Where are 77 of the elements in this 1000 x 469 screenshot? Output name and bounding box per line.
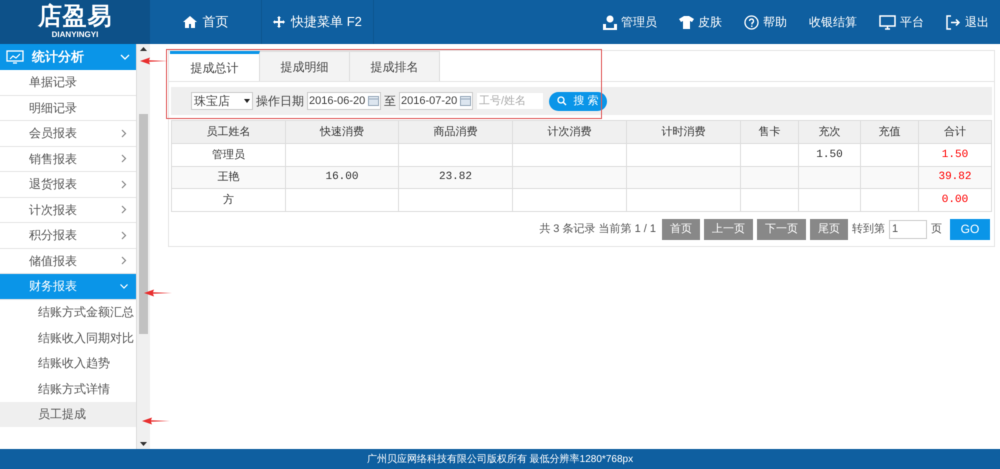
page-button[interactable]: 首页 [662, 218, 700, 240]
date-field[interactable]: 2016-06-20 [307, 92, 381, 110]
column-header: 快速消费 [286, 120, 398, 144]
table-cell: 方 [223, 194, 234, 206]
logo-subtitle: DIANYINGYI [52, 30, 98, 40]
chevron-icon [121, 230, 127, 240]
tab[interactable]: 提成排名 [350, 51, 440, 81]
dropdown-icon [244, 99, 250, 103]
name-input[interactable]: 工号/姓名 [476, 92, 544, 110]
sidebar-subitem[interactable]: 结账收入趋势 [0, 350, 136, 376]
chevron-icon [121, 154, 127, 164]
to-label: 至 [384, 93, 396, 110]
exit-icon [946, 14, 961, 30]
chevron-icon [121, 205, 127, 214]
sidebar-item[interactable]: 积分报表 [0, 223, 136, 248]
page-unit: 页 [931, 222, 942, 237]
sidebar-item[interactable]: 会员报表 [0, 121, 136, 146]
search-icon [557, 96, 568, 106]
column-header: 员工姓名 [172, 120, 286, 144]
table-cell: 0.00 [942, 194, 968, 206]
chart-icon [6, 50, 24, 64]
help-icon [744, 14, 759, 30]
header-action[interactable]: 管理员 [592, 0, 668, 44]
header-action[interactable]: 退出 [935, 0, 1000, 44]
chevron-icon [121, 128, 127, 138]
page-button[interactable]: 上一页 [704, 218, 753, 240]
header-action[interactable]: 平台 [868, 0, 935, 44]
page-button[interactable]: 尾页 [810, 218, 848, 240]
column-header: 计次消费 [512, 120, 626, 144]
date-label: 操作日期 [256, 93, 304, 110]
nav-link[interactable]: 首页 [150, 0, 262, 44]
table-cell: 1.50 [816, 148, 843, 160]
page-input[interactable]: 1 [889, 220, 927, 238]
sidebar-subitem[interactable]: 结账方式详情 [0, 376, 136, 402]
tab[interactable]: 提成明细 [260, 51, 350, 81]
table-cell: 管理员 [212, 148, 245, 160]
header-action[interactable]: 收银结算 [798, 0, 868, 44]
chevron-icon [120, 54, 130, 60]
header-action[interactable]: 帮助 [733, 0, 798, 44]
user-icon [603, 14, 617, 30]
tab[interactable]: 提成总计 [170, 51, 260, 81]
record-summary: 共 3 条记录 当前第 1 / 1 [539, 222, 656, 237]
sidebar-item[interactable]: 销售报表 [0, 146, 136, 172]
sidebar-subitem[interactable]: 员工提成 [0, 402, 136, 427]
shirt-icon [679, 16, 694, 28]
sidebar-item[interactable]: 退货报表 [0, 172, 136, 198]
chevron-icon [120, 283, 128, 290]
sidebar-subitem[interactable]: 结账收入同期对比 [0, 325, 136, 350]
calendar-icon [368, 96, 379, 106]
copyright: 广州贝应网络科技有限公司版权所有 最低分辨率1280*768px [366, 452, 634, 466]
goto-label: 转到第 [852, 222, 885, 237]
column-header: 商品消费 [398, 120, 512, 144]
logo: 店盈易 [38, 4, 112, 30]
chevron-icon [121, 256, 127, 266]
table-cell: 39.82 [938, 171, 972, 183]
table-cell: 王艳 [218, 171, 240, 183]
move-icon [273, 16, 286, 28]
store-select[interactable]: 珠宝店 [191, 92, 253, 110]
scroll-up-icon[interactable] [140, 47, 147, 51]
monitor-icon [879, 14, 896, 30]
sidebar-item[interactable]: 明细记录 [0, 96, 136, 121]
chevron-icon [121, 180, 127, 189]
scroll-down-icon[interactable] [140, 442, 147, 446]
column-header: 计时消费 [626, 120, 740, 144]
home-icon [182, 16, 196, 28]
table-cell: 16.00 [325, 171, 358, 183]
sidebar-subitem[interactable]: 结账方式金额汇总 [0, 300, 136, 325]
sidebar-item[interactable]: 计次报表 [0, 198, 136, 223]
date-field[interactable]: 2016-07-20 [399, 92, 473, 110]
table-cell: 23.82 [438, 171, 472, 183]
calendar-icon [460, 96, 471, 106]
header-action[interactable]: 皮肤 [668, 0, 733, 44]
nav-link[interactable]: 快捷菜单 F2 [262, 0, 374, 44]
table-cell: 1.50 [942, 148, 968, 160]
scrollbar[interactable] [137, 44, 150, 449]
sidebar-item[interactable]: 单据记录 [0, 70, 136, 96]
page-button[interactable]: 下一页 [757, 218, 806, 240]
